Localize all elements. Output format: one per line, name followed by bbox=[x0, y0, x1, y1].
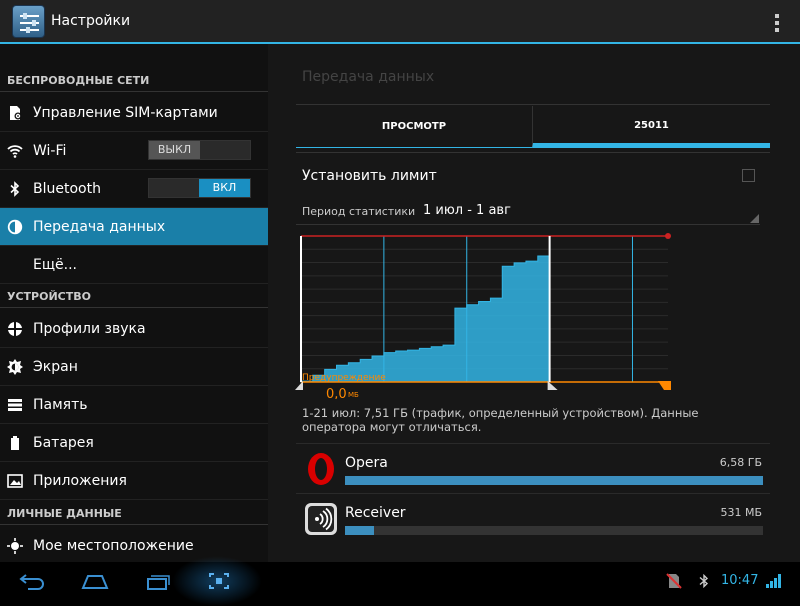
bluetooth-icon bbox=[7, 180, 23, 197]
sidebar-item-wifi[interactable]: Wi-Fi ВЫКЛ bbox=[0, 132, 268, 170]
period-spinner[interactable]: 1 июл - 1 авг bbox=[423, 203, 511, 218]
screenshot-icon[interactable] bbox=[194, 562, 244, 600]
back-icon[interactable] bbox=[8, 562, 58, 600]
signal-icon bbox=[758, 562, 788, 600]
sidebar-item-label: Управление SIM-картами bbox=[33, 104, 218, 121]
section-header-wireless: БЕСПРОВОДНЫЕ СЕТИ bbox=[0, 70, 268, 92]
battery-icon bbox=[7, 435, 23, 451]
app-usage-row-receiver[interactable]: Receiver 531 МБ bbox=[296, 493, 770, 543]
receiver-icon bbox=[304, 502, 338, 536]
section-header-personal: ЛИЧНЫЕ ДАННЫЕ bbox=[0, 503, 268, 525]
period-spinner-underline bbox=[296, 224, 760, 225]
data-usage-icon bbox=[7, 219, 23, 235]
sidebar-item-label: Приложения bbox=[33, 472, 127, 489]
divider bbox=[296, 152, 770, 153]
location-icon bbox=[7, 537, 23, 554]
sidebar-item-label: Мое местоположение bbox=[33, 537, 194, 554]
divider bbox=[296, 104, 770, 105]
recent-apps-icon[interactable] bbox=[132, 562, 182, 600]
sidebar-item-display[interactable]: Экран bbox=[0, 348, 268, 386]
sidebar-item-label: Память bbox=[33, 396, 88, 413]
sidebar-item-apps[interactable]: Приложения bbox=[0, 462, 268, 500]
settings-list: БЕСПРОВОДНЫЕ СЕТИ Управление SIM-картами… bbox=[0, 44, 268, 562]
storage-icon bbox=[7, 397, 23, 413]
app-usage-size: 531 МБ bbox=[720, 506, 762, 519]
bluetooth-toggle[interactable]: ВКЛ bbox=[148, 178, 251, 198]
warning-label: Предупреждение bbox=[302, 373, 386, 383]
clock[interactable]: 10:47 bbox=[721, 573, 758, 588]
action-bar: Настройки bbox=[0, 0, 800, 44]
tab-operator-25011[interactable]: 25011 bbox=[532, 106, 770, 148]
bluetooth-status-icon bbox=[692, 562, 716, 600]
limit-handle bbox=[665, 233, 671, 239]
sidebar-item-data-usage[interactable]: Передача данных bbox=[0, 208, 268, 246]
sidebar-item-label: Wi-Fi bbox=[33, 142, 67, 159]
set-limit-label: Установить лимит bbox=[302, 168, 437, 184]
apps-icon bbox=[7, 473, 23, 489]
settings-app-icon[interactable] bbox=[12, 5, 45, 38]
sidebar-item-battery[interactable]: Батарея bbox=[0, 424, 268, 462]
usage-bar bbox=[345, 526, 763, 535]
sim-settings-icon bbox=[7, 105, 23, 121]
app-usage-size: 6,58 ГБ bbox=[719, 456, 762, 469]
sidebar-item-more[interactable]: Ещё... bbox=[0, 246, 268, 284]
sidebar-item-label: Ещё... bbox=[33, 256, 77, 273]
period-label: Период статистики bbox=[302, 205, 416, 218]
warning-value: 0,0 bbox=[326, 387, 347, 399]
brightness-icon bbox=[7, 358, 23, 375]
usage-area-series bbox=[300, 255, 551, 383]
sidebar-item-sound-profiles[interactable]: Профили звука bbox=[0, 310, 268, 348]
data-usage-chart[interactable]: Предупреждение 0,0 МБ bbox=[290, 231, 685, 399]
wifi-toggle[interactable]: ВЫКЛ bbox=[148, 140, 251, 160]
sidebar-item-bluetooth[interactable]: Bluetooth ВКЛ bbox=[0, 170, 268, 208]
app-title: Настройки bbox=[51, 13, 131, 29]
warning-handle bbox=[658, 381, 671, 390]
section-header-device: УСТРОЙСТВО bbox=[0, 286, 268, 308]
tab-overview[interactable]: ПРОСМОТР bbox=[296, 106, 532, 148]
usage-bar-fill bbox=[345, 526, 375, 535]
sidebar-item-label: Экран bbox=[33, 358, 78, 375]
opera-icon bbox=[304, 452, 338, 486]
app-name: Receiver bbox=[345, 505, 406, 521]
sidebar-item-sim[interactable]: Управление SIM-картами bbox=[0, 94, 268, 132]
app-name: Opera bbox=[345, 455, 388, 471]
warning-unit: МБ bbox=[348, 391, 359, 399]
usage-summary: 1-21 июл: 7,51 ГБ (трафик, определенный … bbox=[302, 406, 699, 434]
sidebar-item-label: Батарея bbox=[33, 434, 94, 451]
home-icon[interactable] bbox=[70, 562, 120, 600]
overflow-menu-icon[interactable] bbox=[774, 14, 780, 32]
usage-bar-fill bbox=[345, 476, 763, 485]
usage-bar bbox=[345, 476, 763, 485]
wifi-icon bbox=[7, 143, 23, 159]
bluetooth-toggle-state: ВКЛ bbox=[199, 179, 250, 197]
sidebar-item-label: Передача данных bbox=[33, 218, 166, 235]
system-bar: 10:47 bbox=[0, 556, 800, 606]
data-usage-panel: Передача данных ПРОСМОТР 25011 Установит… bbox=[268, 44, 800, 562]
sidebar-item-storage[interactable]: Память bbox=[0, 386, 268, 424]
no-sim-icon bbox=[657, 562, 691, 600]
set-limit-checkbox[interactable] bbox=[742, 169, 755, 182]
sound-profile-icon bbox=[7, 321, 23, 337]
sidebar-item-label: Bluetooth bbox=[33, 180, 101, 197]
sidebar-item-label: Профили звука bbox=[33, 320, 146, 337]
wifi-toggle-state: ВЫКЛ bbox=[149, 141, 200, 159]
page-title: Передача данных bbox=[302, 69, 435, 85]
app-usage-row-opera[interactable]: Opera 6,58 ГБ bbox=[296, 443, 770, 493]
spinner-dropdown-icon[interactable] bbox=[750, 214, 759, 223]
